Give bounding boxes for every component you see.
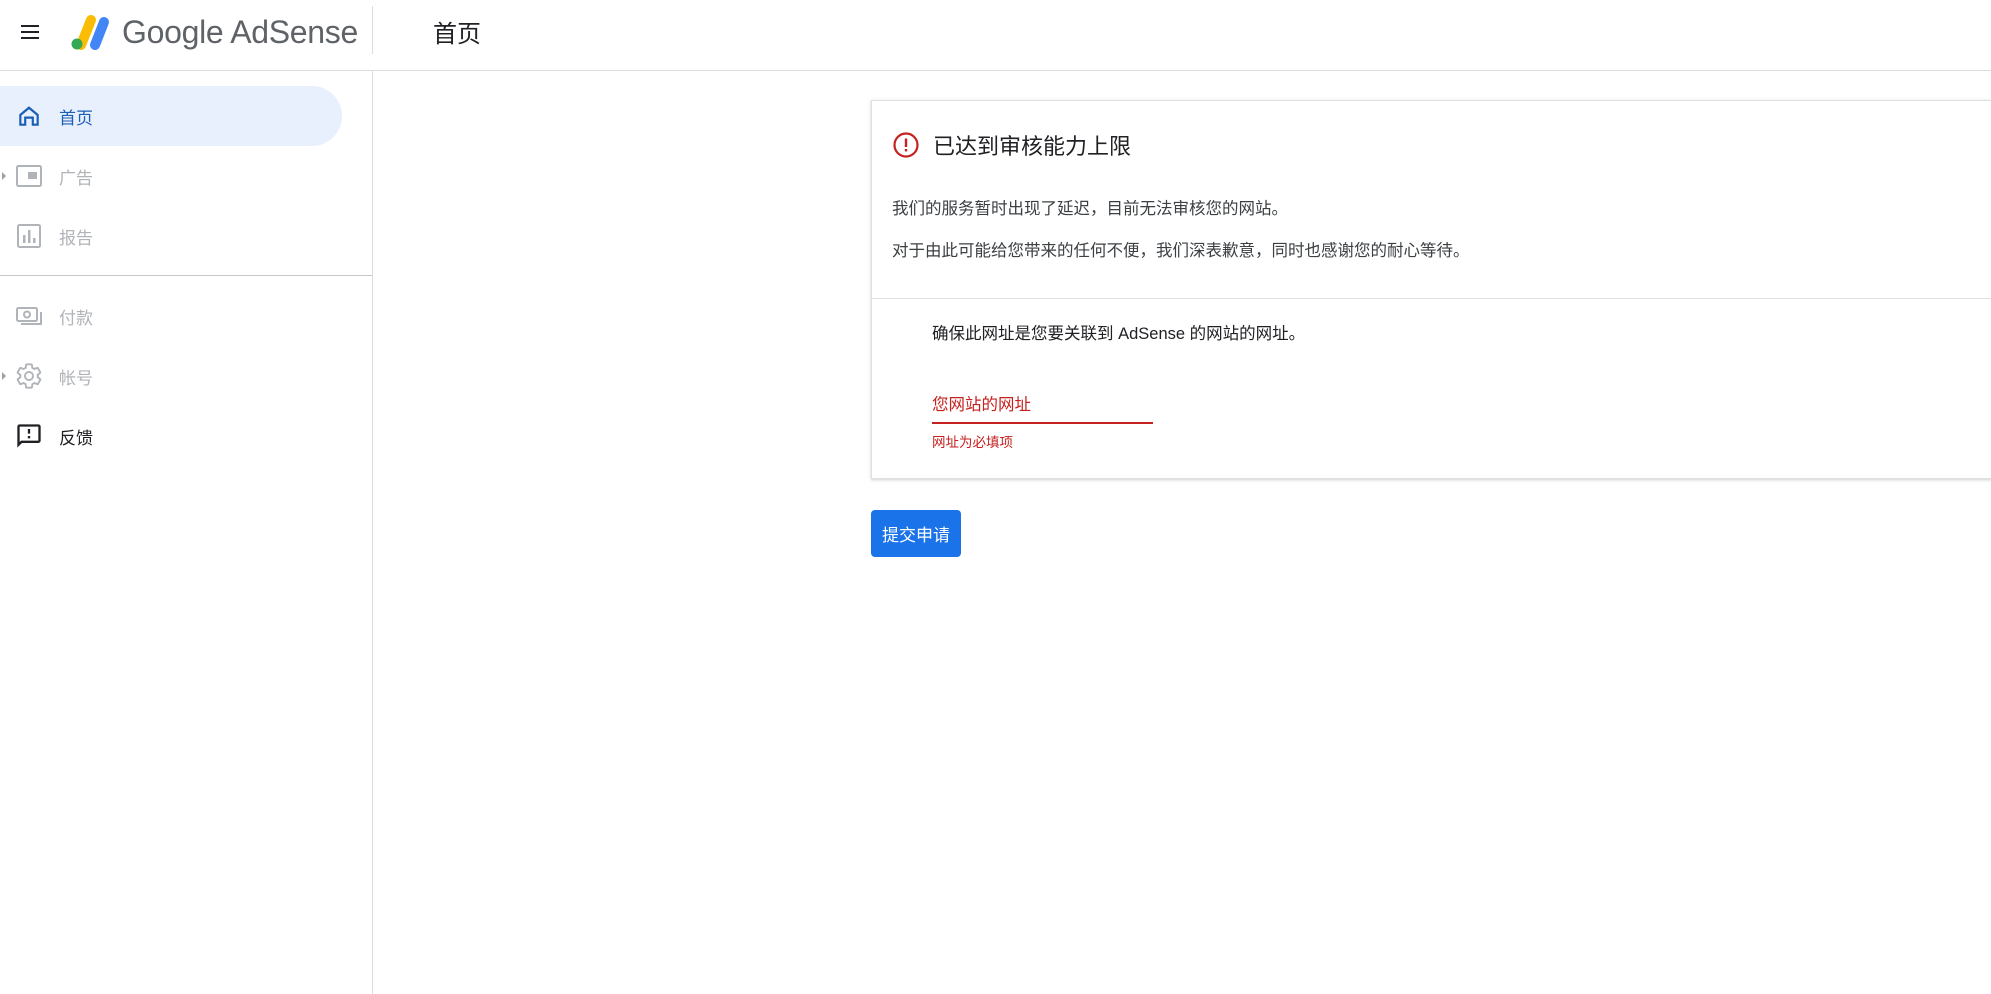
header-divider: [372, 6, 373, 54]
sidebar-nav: 首页 广告 报告 付款 帐号 反馈: [0, 71, 373, 994]
expand-caret-icon: [2, 372, 6, 380]
sidebar-item-label: 广告: [59, 168, 93, 188]
feedback-icon: [15, 422, 43, 450]
sidebar-item-label: 首页: [59, 108, 93, 128]
site-url-input[interactable]: [932, 388, 1153, 424]
alert-message-delay: 我们的服务暂时出现了延迟，目前无法审核您的网站。: [892, 200, 1288, 218]
url-instructions: 确保此网址是您要关联到 AdSense 的网站的网址。: [932, 325, 1306, 343]
adsense-logo-icon: [71, 15, 109, 50]
sidebar-item-label: 付款: [59, 308, 93, 328]
menu-icon: [21, 25, 39, 39]
sidebar-item-label: 帐号: [59, 368, 93, 388]
sidebar-item-payments[interactable]: 付款: [0, 286, 342, 346]
card-divider: [872, 298, 1991, 299]
sidebar-item-home[interactable]: 首页: [0, 86, 342, 146]
sidebar-item-account[interactable]: 帐号: [0, 346, 342, 406]
alert-title: 已达到审核能力上限: [933, 134, 1132, 159]
sidebar-divider: [0, 275, 372, 276]
reports-icon: [15, 222, 43, 250]
google-adsense-logo[interactable]: Google AdSense: [68, 8, 358, 56]
payments-icon: [15, 302, 43, 330]
home-icon: [15, 102, 43, 130]
page-title: 首页: [433, 21, 481, 48]
expand-caret-icon: [2, 172, 6, 180]
alert-header: 已达到审核能力上限: [892, 129, 1131, 161]
error-alert-icon: [893, 132, 919, 158]
settings-icon: [15, 362, 43, 390]
url-error-message: 网址为必填项: [932, 435, 1013, 450]
submit-application-button[interactable]: 提交申请: [871, 510, 961, 557]
ads-icon: [15, 162, 43, 190]
hamburger-menu-button[interactable]: [14, 16, 46, 48]
review-capacity-alert-card: 已达到审核能力上限 我们的服务暂时出现了延迟，目前无法审核您的网站。 对于由此可…: [871, 100, 1991, 479]
brand-name: Google AdSense: [122, 13, 358, 50]
sidebar-item-ads[interactable]: 广告: [0, 146, 342, 206]
alert-message-apology: 对于由此可能给您带来的任何不便，我们深表歉意，同时也感谢您的耐心等待。: [892, 242, 1470, 260]
sidebar-item-label: 报告: [59, 228, 93, 248]
top-app-bar: Google AdSense 首页: [0, 0, 1991, 71]
sidebar-item-feedback[interactable]: 反馈: [0, 406, 342, 466]
sidebar-item-reports[interactable]: 报告: [0, 206, 342, 266]
sidebar-item-label: 反馈: [59, 428, 93, 448]
